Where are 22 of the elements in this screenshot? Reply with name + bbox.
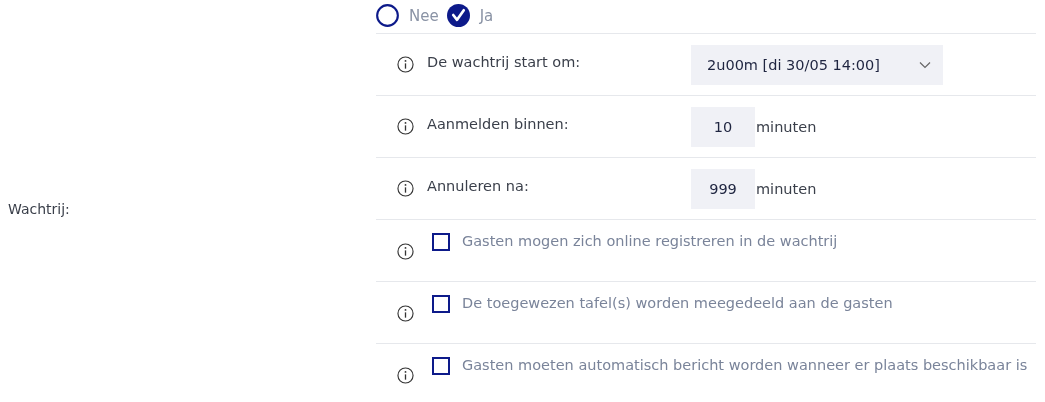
field-label: Wachtrij: — [8, 201, 70, 217]
setting-label: De wachtrij start om: — [427, 53, 582, 70]
info-icon[interactable] — [397, 180, 414, 197]
setting-label: Aanmelden binnen: — [427, 115, 570, 132]
checkbox-label: Gasten moeten automatisch bericht worden wanneer er plaats beschikbaar is — [462, 357, 1028, 373]
unit-label: minuten — [756, 118, 817, 135]
checkbox[interactable] — [432, 295, 450, 313]
number-field[interactable]: 10 — [691, 106, 755, 147]
checkbox[interactable] — [432, 233, 450, 251]
number-field[interactable]: 999 — [691, 168, 755, 209]
time-dropdown[interactable]: 2u00m [di 30/05 14:00] — [691, 44, 943, 85]
info-icon[interactable] — [397, 367, 414, 384]
setting-label: Annuleren na: — [427, 177, 530, 194]
checkbox[interactable] — [432, 357, 450, 375]
info-icon[interactable] — [397, 243, 414, 260]
chevron-down-icon — [919, 60, 931, 69]
info-icon[interactable] — [397, 118, 414, 135]
checkbox-label: Gasten mogen zich online registreren in de wachtrij — [462, 233, 838, 249]
checkbox-label: De toegewezen tafel(s) worden meegedeeld aan de gasten — [462, 295, 893, 311]
info-icon[interactable] — [397, 56, 414, 73]
unit-label: minuten — [756, 180, 817, 197]
info-icon[interactable] — [397, 305, 414, 322]
